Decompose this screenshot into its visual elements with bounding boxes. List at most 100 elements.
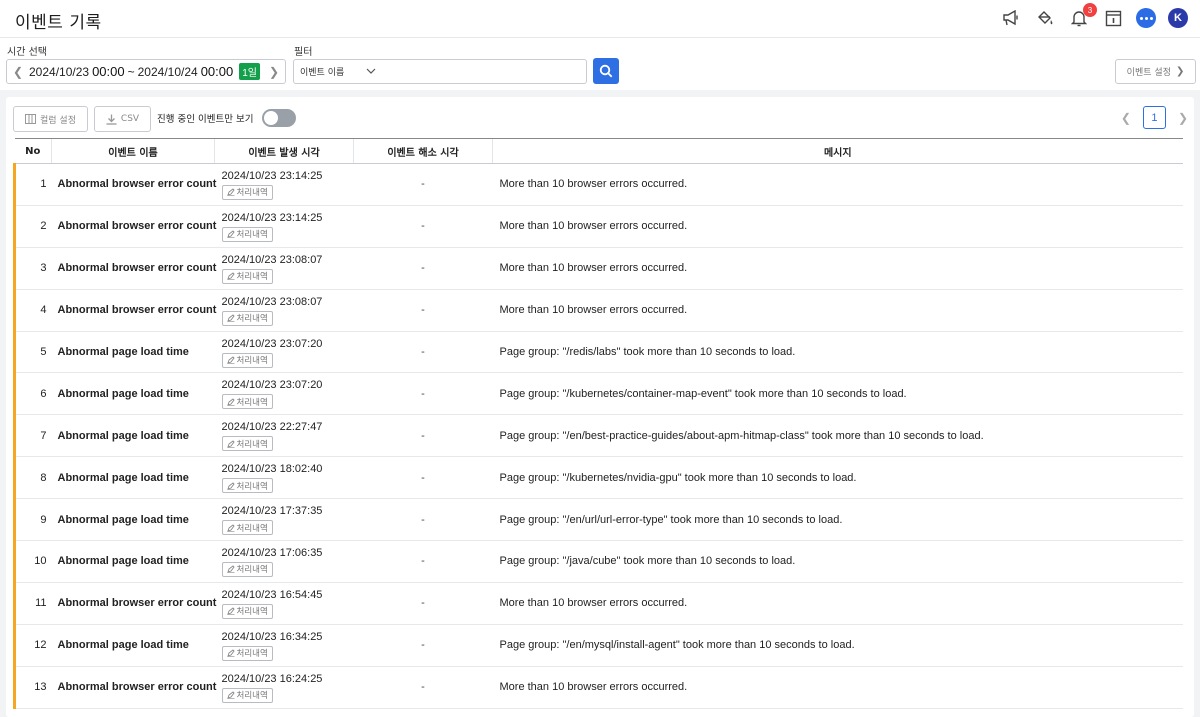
resolved-time: - — [353, 205, 493, 248]
history-button[interactable]: 처리내역 — [221, 394, 273, 410]
prev-time-icon[interactable]: ❮ — [7, 65, 29, 79]
page-title: 이벤트 기록 — [15, 13, 102, 33]
history-button[interactable]: 처리내역 — [221, 226, 273, 242]
table-row[interactable]: 2 Abnormal browser error count 2024/10/23 … — [13, 205, 1183, 248]
column-settings-button[interactable]: 컬럼 설정 — [13, 106, 88, 132]
history-button[interactable]: 처리내역 — [221, 520, 273, 536]
history-button-label: 처리내역 — [236, 607, 268, 618]
info-panel-icon[interactable] — [1102, 7, 1124, 29]
history-button[interactable]: 처리내역 — [221, 478, 273, 494]
csv-button[interactable]: CSV — [94, 106, 151, 132]
time-range-picker[interactable]: ❮ 2024/10/23 00:00 ~ 2024/10/24 00:00 1일… — [6, 59, 286, 84]
event-message: More than 10 browser errors occurred. — [492, 163, 1183, 206]
megaphone-icon[interactable] — [1000, 7, 1022, 29]
history-button[interactable]: 처리내역 — [221, 268, 273, 284]
column-header-resolved-time[interactable]: 이벤트 해소 시각 — [353, 138, 493, 164]
pagination: ❮ 1 ❯ — [1121, 106, 1188, 129]
occurred-cell: 2024/10/23 18:02:40 처리내역 — [214, 456, 354, 500]
prev-page-icon[interactable]: ❮ — [1121, 111, 1131, 125]
occurred-cell: 2024/10/23 17:37:35 처리내역 — [214, 498, 354, 542]
table-row[interactable]: 6 Abnormal page load time 2024/10/23 23:07… — [13, 372, 1183, 416]
pencil-icon — [226, 398, 235, 406]
resolved-time: - — [353, 624, 493, 667]
bell-icon[interactable]: 3 — [1068, 3, 1097, 29]
history-button[interactable]: 처리내역 — [221, 687, 273, 703]
row-number: 2 — [13, 205, 52, 248]
history-button[interactable]: 처리내역 — [221, 645, 273, 661]
history-button[interactable]: 처리내역 — [221, 561, 273, 577]
column-header-no[interactable]: No — [14, 138, 52, 164]
time-to-clock: 00:00 — [200, 64, 234, 79]
table-row[interactable]: 13 Abnormal browser error count 2024/10/23… — [13, 666, 1183, 709]
time-from-date: 2024/10/23 — [29, 64, 90, 79]
top-bar: 이벤트 기록 3 K — [0, 0, 1200, 38]
occurred-cell: 2024/10/23 17:06:35 처리내역 — [214, 540, 354, 583]
event-name: Abnormal page load time — [51, 372, 215, 416]
next-time-icon[interactable]: ❯ — [263, 65, 285, 79]
row-number: 6 — [13, 372, 52, 416]
event-settings-button[interactable]: 이벤트 설정 ❯ — [1115, 59, 1196, 84]
occurred-time: 2024/10/23 18:02:40 — [221, 463, 323, 476]
event-name: Abnormal page load time — [51, 540, 215, 583]
occurred-time: 2024/10/23 23:08:07 — [221, 295, 323, 308]
ongoing-only-toggle[interactable] — [262, 109, 296, 127]
table-row[interactable]: 11 Abnormal browser error count 2024/10/23… — [13, 582, 1183, 625]
table-row[interactable]: 3 Abnormal browser error count 2024/10/23 … — [13, 247, 1183, 290]
column-header-occurred-time[interactable]: 이벤트 발생 시각 — [214, 138, 354, 164]
table-row[interactable]: 1 Abnormal browser error count 2024/10/23 … — [13, 163, 1183, 206]
resolved-time: - — [353, 372, 493, 416]
table-row[interactable]: 7 Abnormal page load time 2024/10/23 22:27… — [13, 414, 1183, 458]
event-name: Abnormal page load time — [51, 498, 215, 542]
occurred-cell: 2024/10/23 23:08:07 처리내역 — [214, 289, 354, 332]
history-button[interactable]: 처리내역 — [221, 352, 273, 368]
next-page-icon[interactable]: ❯ — [1178, 111, 1188, 125]
pencil-icon — [226, 440, 235, 448]
table-row[interactable]: 12 Abnormal page load time 2024/10/23 16:3… — [13, 624, 1183, 667]
time-range-text[interactable]: 2024/10/23 00:00 ~ 2024/10/24 00:00 1일 — [29, 63, 263, 80]
history-button[interactable]: 처리내역 — [221, 436, 273, 452]
column-header-message[interactable]: 메시지 — [492, 138, 1183, 164]
event-name: Abnormal page load time — [51, 456, 215, 500]
filter-label: 필터 — [294, 47, 313, 58]
occurred-time: 2024/10/23 22:27:47 — [221, 421, 323, 434]
event-name: Abnormal browser error count — [51, 247, 216, 290]
table-row[interactable]: 9 Abnormal page load time 2024/10/23 17:37… — [13, 498, 1183, 542]
table-row[interactable]: 10 Abnormal page load time 2024/10/23 17:0… — [13, 540, 1183, 583]
avatar[interactable]: K — [1168, 8, 1188, 28]
table-row[interactable]: 8 Abnormal page load time 2024/10/23 18:02… — [13, 456, 1183, 500]
history-button[interactable]: 처리내역 — [221, 310, 273, 326]
history-button[interactable]: 처리내역 — [221, 184, 273, 200]
pencil-icon — [226, 565, 235, 574]
event-message: Page group: "/en/url/url-error-type" too… — [492, 498, 1183, 542]
occurred-time: 2024/10/23 16:24:25 — [221, 672, 323, 685]
row-number: 12 — [13, 624, 52, 667]
event-message: More than 10 browser errors occurred. — [492, 205, 1183, 248]
history-button-label: 처리내역 — [236, 188, 268, 199]
filter-type-select[interactable]: 이벤트 이름 — [293, 59, 383, 84]
search-button[interactable] — [593, 58, 619, 84]
occurred-time: 2024/10/23 17:37:35 — [221, 505, 323, 518]
time-from-clock: 00:00 — [92, 64, 125, 79]
pencil-icon — [226, 230, 235, 239]
chevron-right-icon: ❯ — [1175, 66, 1185, 77]
event-message: More than 10 browser errors occurred. — [492, 666, 1183, 709]
resolved-time: - — [353, 163, 493, 206]
notification-count-badge: 3 — [1083, 3, 1097, 17]
filter-input[interactable] — [382, 59, 587, 84]
table-row[interactable]: 4 Abnormal browser error count 2024/10/23 … — [13, 289, 1183, 332]
history-button-label: 처리내역 — [236, 356, 268, 366]
row-number: 4 — [13, 289, 52, 332]
event-name: Abnormal browser error count — [51, 666, 216, 709]
column-header-event-name[interactable]: 이벤트 이름 — [51, 138, 215, 164]
table-row[interactable]: 5 Abnormal page load time 2024/10/23 23:07… — [13, 331, 1183, 374]
history-button-label: 처리내역 — [236, 565, 268, 576]
event-settings-label: 이벤트 설정 — [1126, 68, 1171, 78]
history-button[interactable]: 처리내역 — [221, 603, 273, 619]
pencil-icon — [226, 314, 235, 322]
page-number-current[interactable]: 1 — [1142, 106, 1166, 129]
chat-icon[interactable] — [1136, 8, 1156, 28]
paint-bucket-icon[interactable] — [1034, 7, 1056, 29]
occurred-time: 2024/10/23 17:06:35 — [221, 546, 323, 559]
row-number: 11 — [13, 582, 52, 625]
event-message: Page group: "/redis/labs" took more than… — [492, 331, 1183, 374]
